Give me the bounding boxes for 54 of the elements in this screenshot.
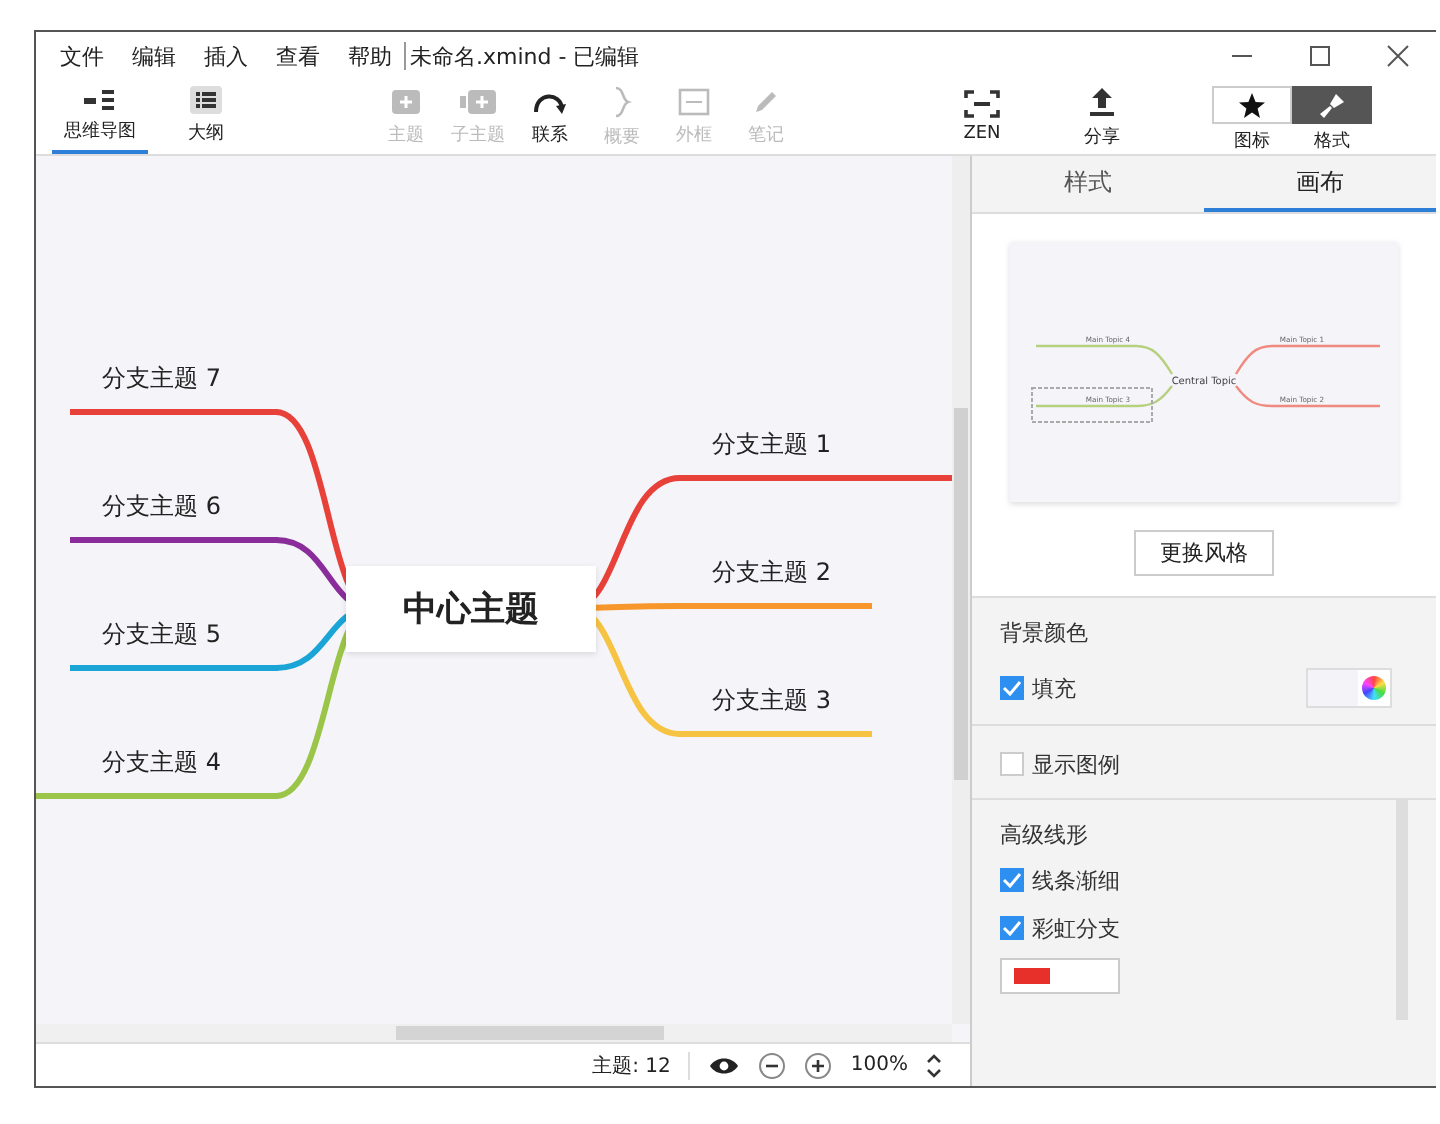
central-topic[interactable]: 中心主题 <box>346 566 596 652</box>
section-heading: 高级线形 <box>1000 820 1090 850</box>
checkbox-label: 显示图例 <box>1032 749 1120 779</box>
up-down-icon[interactable] <box>926 1053 942 1077</box>
menu-item[interactable]: 查看 <box>276 41 320 71</box>
eye-icon[interactable] <box>708 1055 741 1075</box>
branch-topic[interactable]: 分支主题 6 <box>102 492 221 520</box>
horizontal-scrollbar[interactable] <box>36 1024 952 1042</box>
toolbar-button[interactable]: ZEN <box>952 80 1012 154</box>
mind-map-icon <box>84 87 116 111</box>
subtopic-icon <box>460 87 496 115</box>
topic-icon <box>390 87 422 115</box>
branch-topic[interactable]: 分支主题 3 <box>712 686 831 714</box>
option-checkbox[interactable] <box>1000 916 1024 940</box>
window-title: 未命名.xmind - 已编辑 <box>410 41 640 71</box>
section-heading: 背景颜色 <box>1000 618 1090 648</box>
zoom-in-icon[interactable] <box>804 1051 833 1079</box>
color-wheel-icon <box>1362 676 1386 700</box>
topic-count: 主题: 12 <box>592 1053 671 1079</box>
menu-item[interactable]: 插入 <box>204 41 248 71</box>
fullscreen-icon <box>964 90 1000 118</box>
view-tab[interactable]: 大纲 <box>176 80 236 154</box>
list-icon <box>190 85 222 113</box>
fill-checkbox[interactable] <box>1000 676 1024 700</box>
frame-icon <box>678 87 710 115</box>
menu-item[interactable]: 编辑 <box>132 41 176 71</box>
star-icon <box>1238 91 1266 119</box>
close-icon[interactable] <box>1386 44 1410 68</box>
brace-icon <box>612 85 632 117</box>
zoom-out-icon[interactable] <box>758 1051 787 1079</box>
menu-item[interactable]: 文件 <box>60 41 104 71</box>
branch-topic[interactable]: 分支主题 2 <box>712 558 831 586</box>
option-checkbox[interactable] <box>1000 868 1024 892</box>
brush-icon <box>1318 91 1346 119</box>
branch-topic[interactable]: 分支主题 1 <box>712 430 831 458</box>
branch-topic[interactable]: 分支主题 4 <box>102 748 221 776</box>
legend-checkbox[interactable] <box>1000 752 1024 776</box>
toolbar-button[interactable]: 分享 <box>1072 80 1132 154</box>
checkbox-label: 彩虹分支 <box>1032 913 1120 943</box>
zoom-level: 100% <box>850 1054 908 1076</box>
maximize-icon[interactable] <box>1308 44 1332 68</box>
menu-item[interactable]: 帮助 <box>348 41 392 71</box>
branch-topic[interactable]: 分支主题 7 <box>102 364 221 392</box>
vertical-scrollbar[interactable] <box>952 156 970 1024</box>
color-dropdown[interactable] <box>1000 958 1120 994</box>
checkbox-label: 线条渐细 <box>1032 865 1120 895</box>
change-style-button[interactable]: 更换风格 <box>1134 530 1274 576</box>
upload-icon <box>1088 85 1116 117</box>
toolbar-button[interactable]: 联系 <box>520 80 580 154</box>
pencil-icon <box>752 87 780 115</box>
panel-tab[interactable]: 样式 <box>972 156 1204 212</box>
color-picker[interactable] <box>1306 668 1392 708</box>
checkbox-label: 填充 <box>1032 673 1076 703</box>
branch-topic[interactable]: 分支主题 5 <box>102 620 221 648</box>
